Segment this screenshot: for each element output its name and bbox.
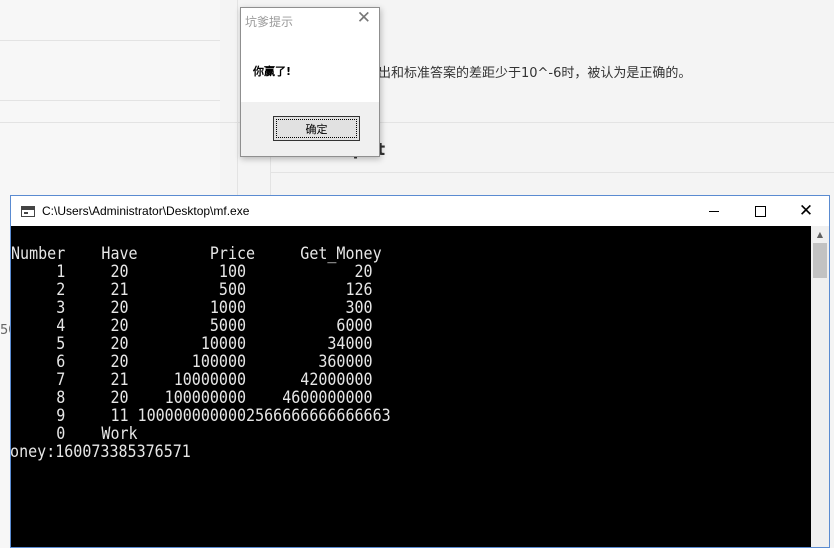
minimize-icon xyxy=(709,210,719,212)
console-row: 1 20 100 20 xyxy=(11,262,373,281)
dialog-title: 坑爹提示 xyxy=(245,15,294,29)
console-app-icon xyxy=(21,205,35,217)
dialog-titlebar[interactable]: 坑爹提示 ✕ xyxy=(241,8,379,34)
console-row: 8 20 100000000 4600000000 xyxy=(11,388,373,407)
console-row: 7 21 10000000 42000000 xyxy=(11,370,373,389)
console-row: 3 20 1000 300 xyxy=(11,298,373,317)
background-divider xyxy=(0,122,834,123)
console-header-line: Number Have Price Get_Money xyxy=(11,244,382,263)
dialog-footer: 确定 xyxy=(241,102,379,156)
console-output[interactable]: Number Have Price Get_Money 1 20 100 20 … xyxy=(11,226,811,547)
console-footer-line: Money:160073385376571 xyxy=(11,442,191,461)
console-row: 4 20 5000 6000 xyxy=(11,316,373,335)
console-window-title: C:\Users\Administrator\Desktop\mf.exe xyxy=(42,204,250,218)
close-icon: ✕ xyxy=(798,200,814,221)
console-window[interactable]: C:\Users\Administrator\Desktop\mf.exe ✕ … xyxy=(10,195,830,548)
console-row: 5 20 10000 34000 xyxy=(11,334,373,353)
window-controls: ✕ xyxy=(691,196,829,226)
console-row: 2 21 500 126 xyxy=(11,280,373,299)
ok-button[interactable]: 确定 xyxy=(273,116,360,141)
dialog-message: 你赢了! xyxy=(253,65,292,78)
maximize-button[interactable] xyxy=(737,196,783,226)
maximize-icon xyxy=(754,205,766,217)
background-divider xyxy=(270,172,834,173)
scroll-up-arrow-icon[interactable]: ▲ xyxy=(811,226,829,243)
background-divider xyxy=(0,40,220,41)
vertical-scrollbar[interactable]: ▲ xyxy=(811,226,829,547)
console-row: 6 20 100000 360000 xyxy=(11,352,373,371)
dialog-close-icon[interactable]: ✕ xyxy=(357,10,371,27)
console-row: 0 Work xyxy=(11,424,138,443)
minimize-button[interactable] xyxy=(691,196,737,226)
background-divider xyxy=(0,100,220,101)
console-row: 9 11 1000000000002566666666666663 xyxy=(11,406,391,425)
console-titlebar[interactable]: C:\Users\Administrator\Desktop\mf.exe ✕ xyxy=(11,196,829,226)
message-dialog[interactable]: 坑爹提示 ✕ 你赢了! 确定 xyxy=(240,7,380,157)
close-button[interactable]: ✕ xyxy=(783,196,829,226)
console-text: Number Have Price Get_Money 1 20 100 20 … xyxy=(11,245,391,461)
scrollbar-thumb[interactable] xyxy=(813,243,827,278)
